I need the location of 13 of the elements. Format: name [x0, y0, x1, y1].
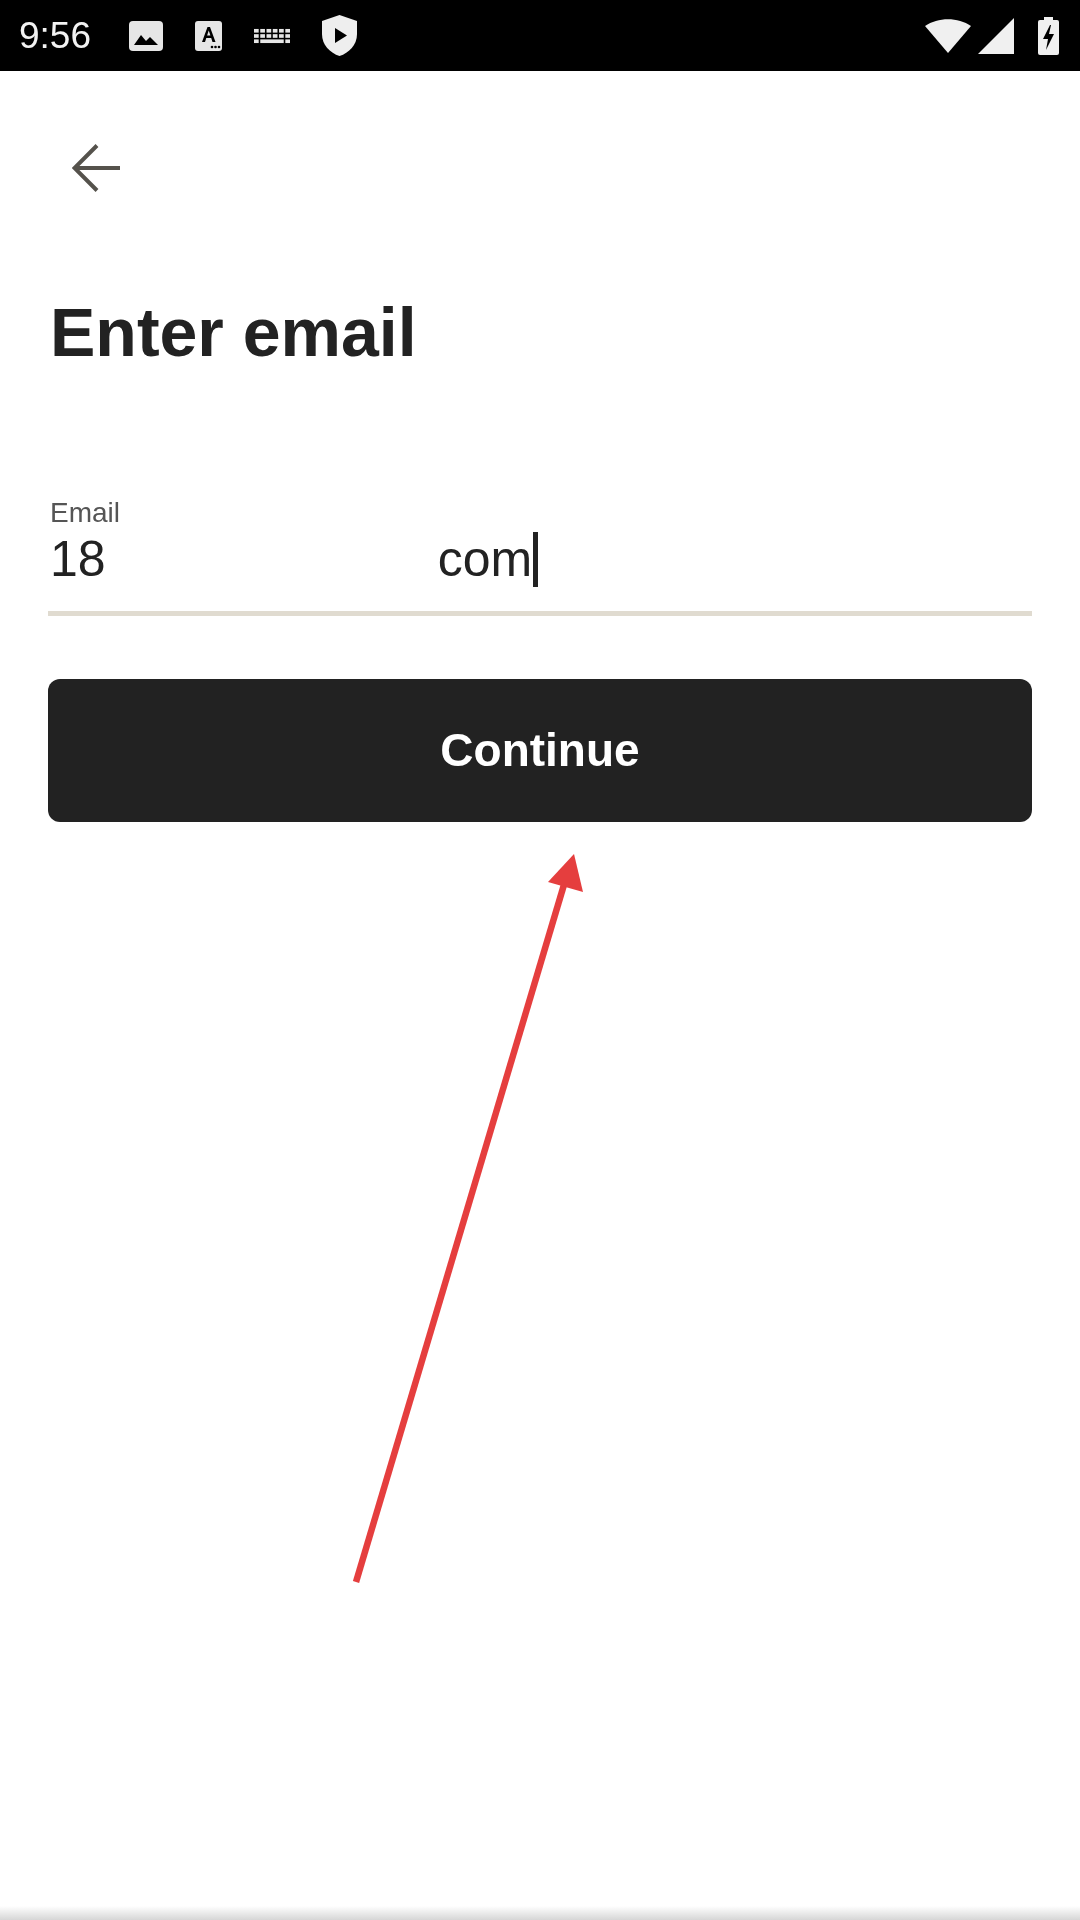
image-icon	[129, 20, 163, 51]
keyboard-icon	[254, 27, 290, 44]
shield-play-icon	[322, 15, 357, 56]
back-arrow-icon	[72, 144, 120, 192]
back-button[interactable]	[72, 144, 120, 192]
wifi-icon	[925, 18, 971, 53]
email-field[interactable]: Email 18 com	[48, 495, 1032, 617]
continue-button[interactable]: Continue	[48, 679, 1032, 823]
app-tile-icon	[195, 20, 222, 51]
page-title: Enter email	[50, 293, 418, 372]
battery-charging-icon	[1038, 16, 1059, 55]
status-time: 9:56	[19, 17, 91, 54]
signal-icon	[978, 17, 1014, 54]
